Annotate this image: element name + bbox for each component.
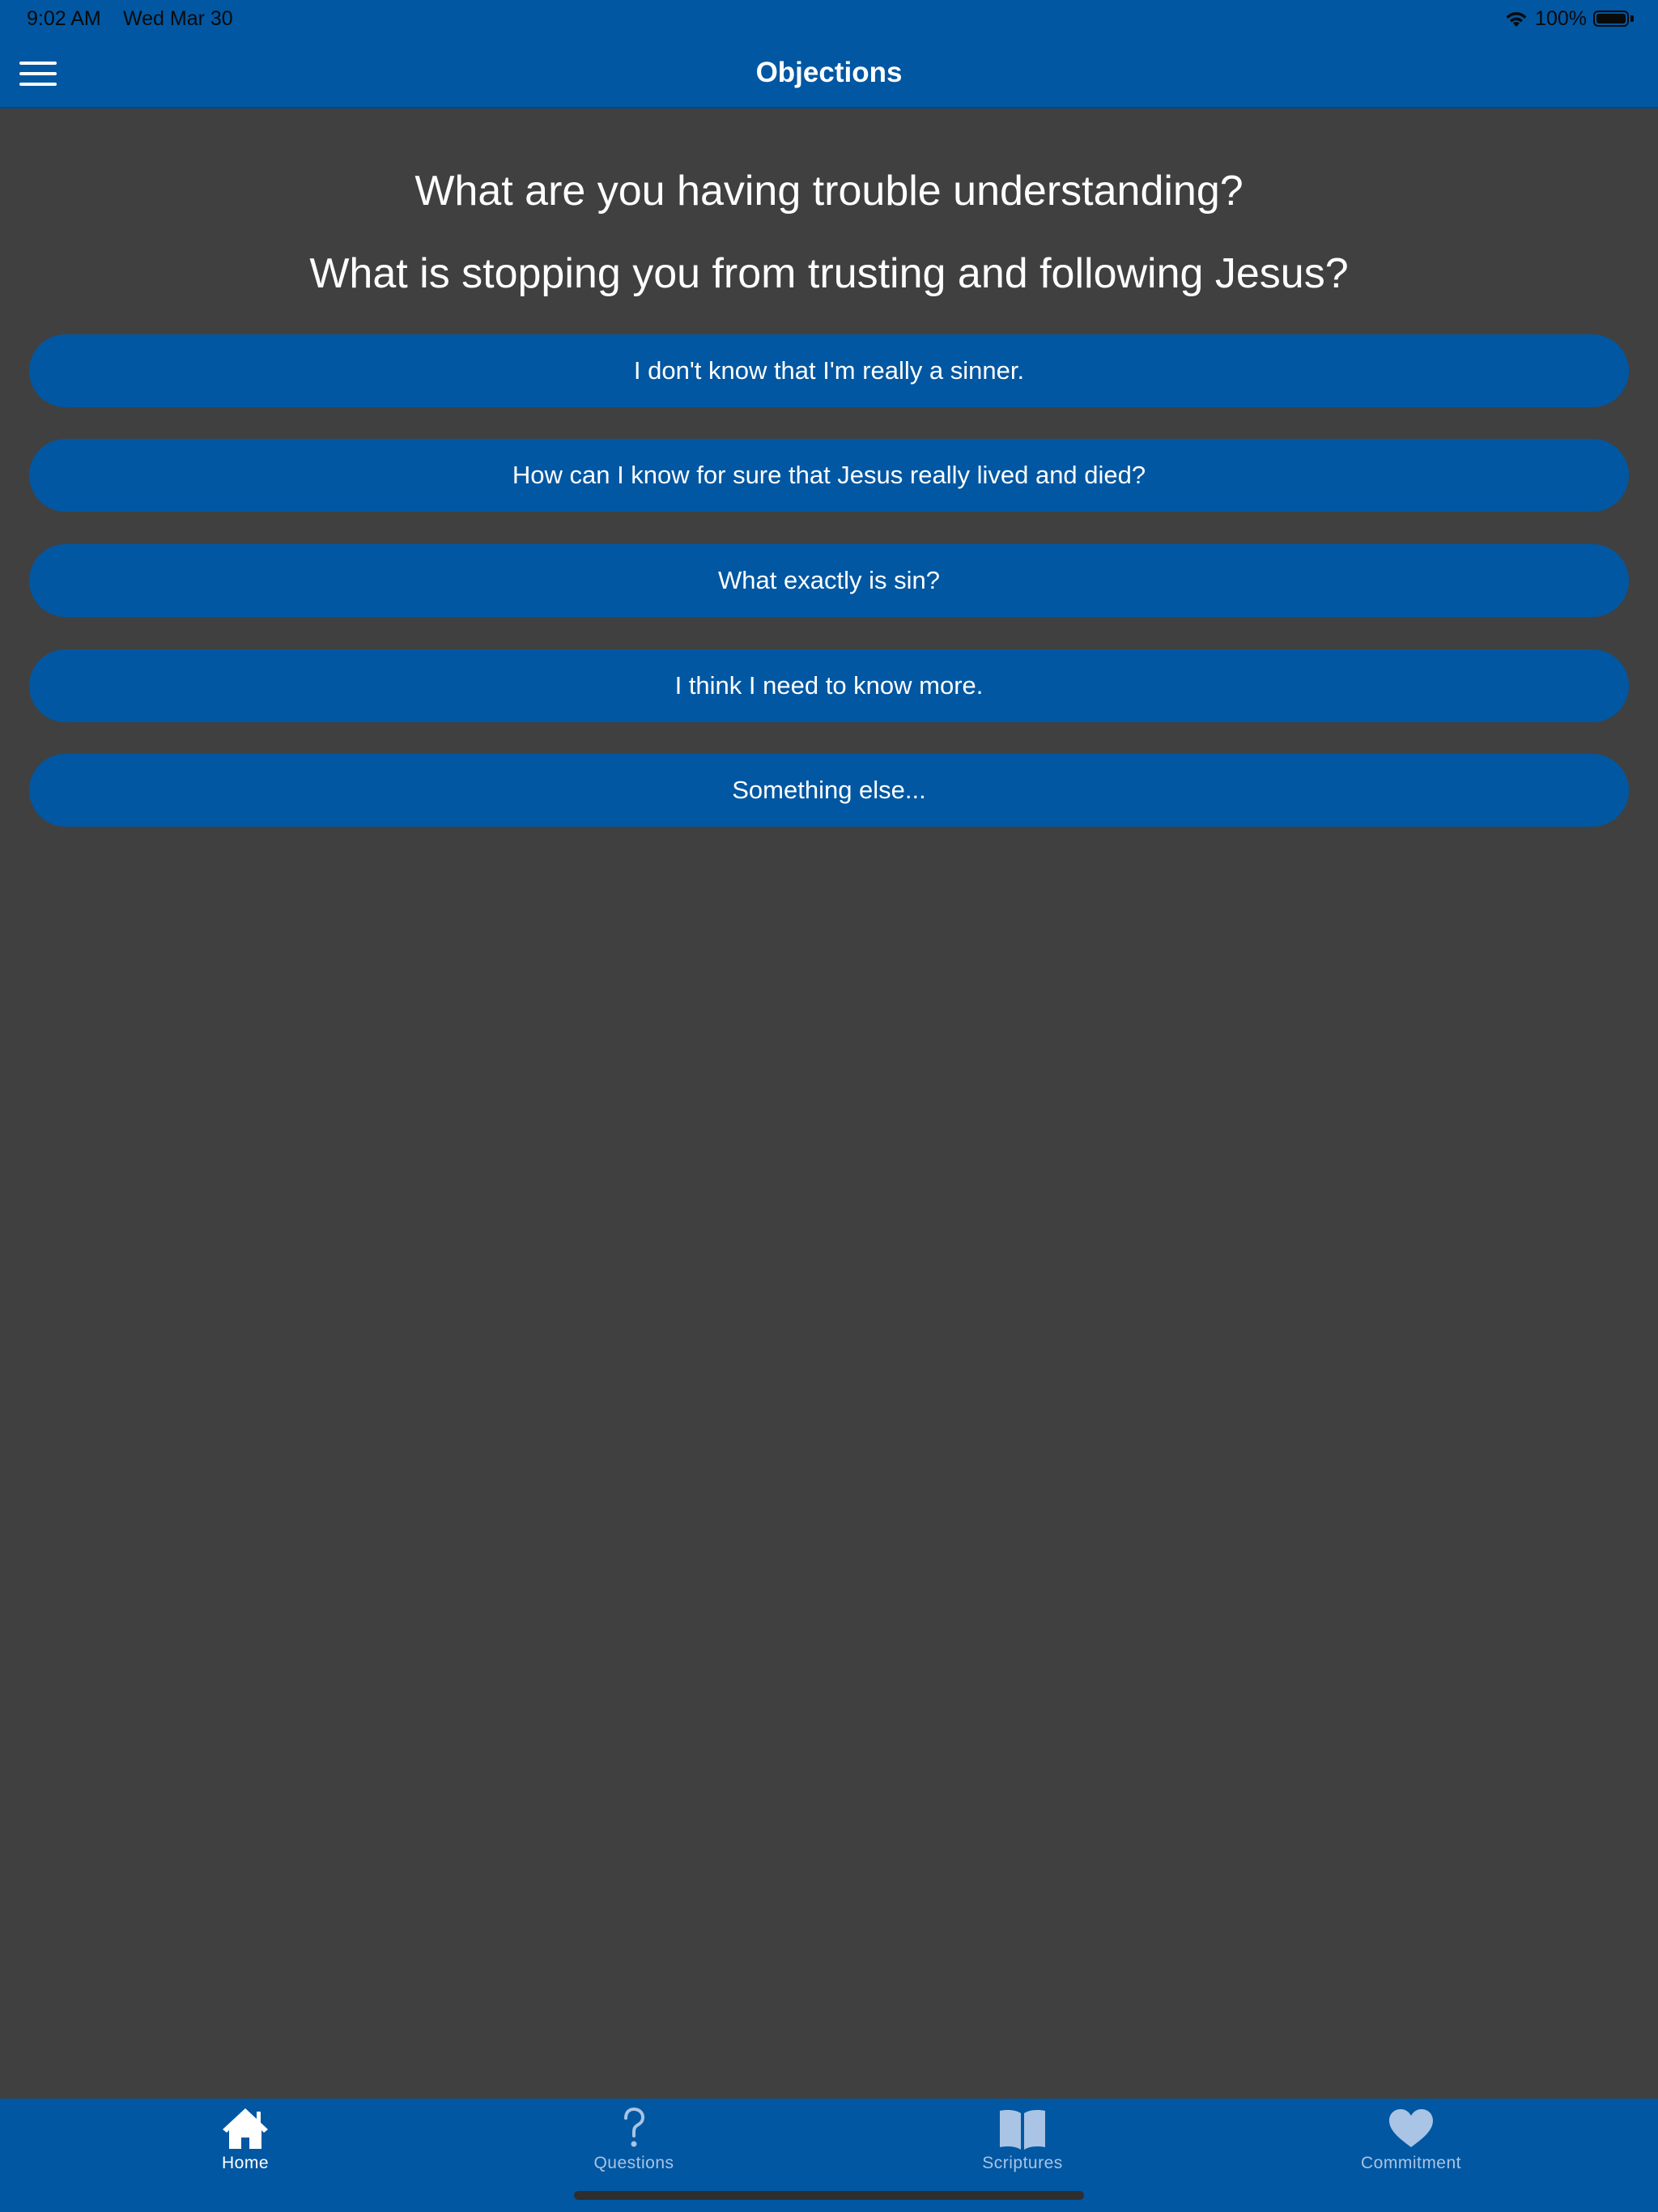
objection-option-button[interactable]: I don't know that I'm really a sinner. [29, 334, 1629, 407]
home-indicator [574, 2191, 1084, 2200]
tab-label: Scriptures [982, 2154, 1063, 2172]
status-indicators: 100% [1504, 7, 1634, 31]
tab-label: Home [221, 2154, 270, 2172]
tab-label: Commitment [1360, 2154, 1462, 2172]
objection-option-button[interactable]: What exactly is sin? [29, 544, 1629, 617]
status-bar: 9:02 AM Wed Mar 30 100% [0, 0, 1658, 39]
objection-option-button[interactable]: Something else... [29, 754, 1629, 827]
battery-percent: 100% [1535, 7, 1587, 30]
heart-icon [1389, 2109, 1433, 2147]
status-date: Wed Mar 30 [123, 7, 233, 30]
page-title: Objections [755, 57, 903, 88]
nav-bar: Objections [0, 39, 1658, 108]
question-mark-icon [624, 2107, 645, 2147]
status-time: 9:02 AM [27, 7, 101, 30]
tab-commitment[interactable]: Commitment [1290, 2099, 1533, 2188]
objection-option-button[interactable]: I think I need to know more. [29, 649, 1629, 722]
wifi-icon [1506, 11, 1527, 27]
home-icon [223, 2108, 268, 2149]
tab-scriptures[interactable]: Scriptures [901, 2099, 1144, 2188]
question-heading: What are you having trouble understandin… [414, 168, 1244, 215]
battery-icon [1593, 10, 1634, 28]
tab-home[interactable]: Home [124, 2099, 367, 2188]
book-icon [1000, 2110, 1045, 2150]
tab-label: Questions [593, 2154, 674, 2172]
tab-questions[interactable]: Questions [512, 2099, 755, 2188]
question-subheading: What is stopping you from trusting and f… [309, 250, 1349, 297]
objection-option-button[interactable]: How can I know for sure that Jesus reall… [29, 439, 1629, 512]
